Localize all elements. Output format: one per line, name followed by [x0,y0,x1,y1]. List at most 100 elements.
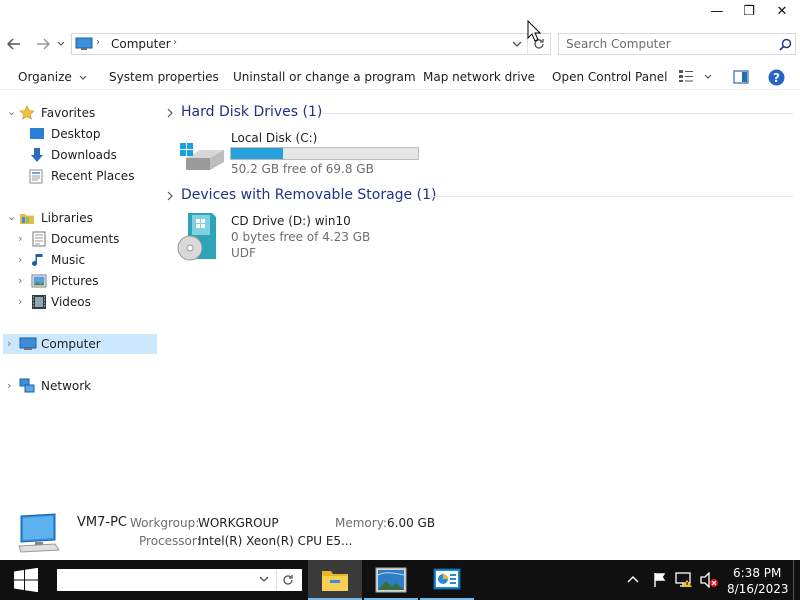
network-status-icon[interactable] [675,571,695,589]
change-view-button[interactable] [678,69,712,86]
cd-drive-icon [177,213,216,261]
nav-network-label: Network [41,379,92,393]
svg-text:?: ? [773,71,780,85]
nav-pictures[interactable]: › Pictures [0,271,157,291]
taskbar-photo-app[interactable] [364,560,418,600]
nav-music-label: Music [51,253,86,267]
preview-pane-icon [733,70,749,84]
pc-name: VM7-PC [77,515,127,530]
nav-pictures-label: Pictures [51,274,99,288]
local-disk-name: Local Disk (C:) [231,131,318,145]
local-disk-usage-fill [231,148,284,159]
photo-viewer-icon [375,567,407,593]
uninstall-program-button[interactable]: Uninstall or change a program [233,70,416,84]
nav-libraries[interactable]: ⌄ Libraries [0,208,157,228]
desktop-icon [30,128,44,139]
breadcrumb-computer[interactable]: Computer [111,37,171,51]
favorites-star-icon [19,105,35,120]
minimize-button[interactable]: — [700,0,734,22]
computer-icon [75,37,93,50]
network-icon [19,378,35,393]
nav-desktop-label: Desktop [51,127,101,141]
nav-documents[interactable]: › Documents [0,229,157,249]
search-input[interactable]: Search Computer [558,33,796,55]
expand-chevron-icon[interactable]: ⌄ [7,210,17,223]
address-dropdown-icon[interactable] [512,41,522,48]
expand-chevron-icon[interactable]: ⌄ [7,105,17,118]
pictures-icon [31,274,47,288]
group-collapse-chevron-icon[interactable] [167,108,175,118]
chevron-down-icon [79,75,87,80]
preview-pane-button[interactable] [733,70,749,87]
downloads-arrow-icon [31,148,43,162]
nav-downloads-label: Downloads [51,148,117,162]
group-divider [429,196,793,197]
nav-recent-places-label: Recent Places [51,169,135,183]
open-control-panel-button[interactable]: Open Control Panel [552,70,667,84]
taskbar-control-panel[interactable] [420,560,474,600]
show-desktop-button[interactable] [793,560,800,600]
expand-chevron-icon[interactable]: › [18,253,28,266]
system-properties-button[interactable]: System properties [109,70,219,84]
file-explorer-folder-icon [322,571,348,591]
taskbar: 6:38 PM 8/16/2023 [0,560,800,600]
close-button[interactable]: ✕ [765,0,799,22]
show-hidden-icons-chevron-icon[interactable] [627,574,639,584]
expand-chevron-icon[interactable]: › [18,274,28,287]
nav-recent-places[interactable]: Recent Places [0,166,157,186]
volume-muted-icon[interactable] [700,572,718,588]
clock-date[interactable]: 8/16/2023 [727,582,789,596]
nav-videos[interactable]: › Videos [0,292,157,312]
help-icon: ? [768,69,785,86]
recent-locations-button[interactable] [55,34,67,54]
nav-favorites[interactable]: ⌄ Favorites [0,103,157,123]
chevron-down-icon [57,41,65,46]
workgroup-value: WORKGROUP [198,516,279,530]
nav-favorites-label: Favorites [41,106,96,120]
local-disk-usage-bar [230,147,419,160]
taskbar-search-box[interactable] [57,569,302,591]
nav-music[interactable]: › Music [0,250,157,270]
nav-computer[interactable]: › Computer [3,334,157,354]
nav-computer-label: Computer [41,337,101,351]
taskbar-file-explorer[interactable] [308,560,362,600]
recent-places-icon [29,169,43,184]
nav-desktop[interactable]: Desktop [0,124,157,144]
clock-time[interactable]: 6:38 PM [733,566,781,580]
command-bar: Organize System properties Uninstall or … [0,66,800,90]
documents-icon [32,231,46,247]
expand-chevron-icon[interactable]: › [18,232,28,245]
group-collapse-chevron-icon[interactable] [167,191,175,201]
expand-chevron-icon[interactable]: › [7,379,17,392]
action-center-flag-icon[interactable] [653,572,667,588]
breadcrumb-chevron-icon[interactable]: › [173,37,177,48]
start-button[interactable] [0,560,52,600]
expand-chevron-icon[interactable]: › [18,295,28,308]
nav-libraries-label: Libraries [41,211,93,225]
cd-drive-free-space: 0 bytes free of 4.23 GB [231,230,371,244]
computer-icon [19,337,37,350]
expand-chevron-icon[interactable]: › [7,337,17,350]
refresh-icon[interactable] [281,573,295,587]
organize-label: Organize [18,70,72,84]
removable-group-title: Devices with Removable Storage (1) [181,187,437,203]
cd-drive-filesystem: UDF [231,246,256,260]
back-button[interactable] [4,34,24,54]
map-network-drive-button[interactable]: Map network drive [423,70,535,84]
nav-downloads[interactable]: Downloads [0,145,157,165]
music-note-icon [32,254,43,266]
chevron-down-icon [259,576,269,582]
workgroup-label: Workgroup: [130,516,200,530]
organize-button[interactable]: Organize [18,70,87,84]
search-placeholder: Search Computer [566,37,671,51]
search-icon[interactable] [779,38,792,51]
forward-button[interactable] [33,34,53,54]
address-bar[interactable]: › Computer › [71,33,551,55]
memory-label: Memory: [335,516,387,530]
libraries-folder-icon [20,214,34,224]
group-divider [323,113,793,114]
help-button[interactable]: ? [768,69,785,89]
forward-arrow-icon [37,38,50,50]
restore-button[interactable]: ❐ [732,0,766,22]
nav-network[interactable]: › Network [0,376,157,396]
